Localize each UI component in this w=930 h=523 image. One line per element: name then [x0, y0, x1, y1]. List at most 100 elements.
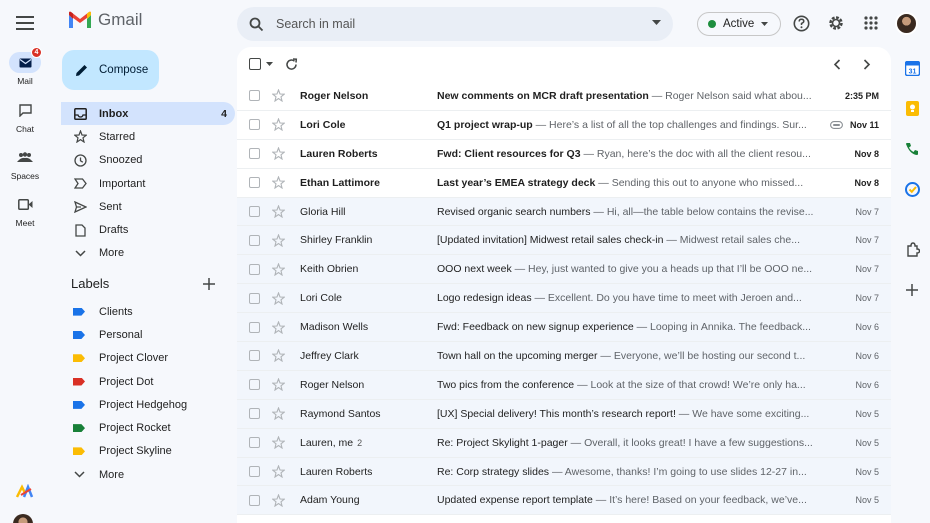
row-checkbox[interactable]: [249, 148, 260, 160]
calendar-icon[interactable]: 31: [904, 60, 920, 76]
nav-item-more[interactable]: More: [61, 242, 235, 265]
star-toggle-icon[interactable]: [272, 291, 285, 305]
refresh-icon[interactable]: [285, 58, 298, 71]
rail-item-meet[interactable]: Meet: [0, 194, 50, 228]
label-item-clients[interactable]: Clients: [61, 300, 235, 323]
nav-item-important[interactable]: Important: [61, 172, 235, 195]
email-row[interactable]: Shirley Franklin [Updated invitation] Mid…: [237, 226, 891, 256]
search-input[interactable]: [276, 17, 636, 31]
label-item-project-dot[interactable]: Project Dot: [61, 370, 235, 393]
row-checkbox[interactable]: [249, 379, 260, 391]
row-checkbox[interactable]: [249, 177, 260, 189]
rail-item-chat[interactable]: Chat: [0, 100, 50, 134]
email-row[interactable]: Madison Wells Fwd: Feedback on new signup…: [237, 313, 891, 343]
nav-item-snoozed[interactable]: Snoozed: [61, 149, 235, 172]
next-page-icon[interactable]: [863, 59, 871, 70]
rail-item-mail[interactable]: 4 Mail: [0, 47, 50, 86]
email-row[interactable]: Adam Young Updated expense report templat…: [237, 486, 891, 516]
star-toggle-icon[interactable]: [272, 262, 285, 276]
row-checkbox[interactable]: [249, 321, 260, 333]
nav-item-drafts[interactable]: Drafts: [61, 218, 235, 241]
settings-icon[interactable]: [826, 13, 846, 33]
email-row[interactable]: Jeffrey Clark Town hall on the upcoming m…: [237, 342, 891, 371]
label-item-project-skyline[interactable]: Project Skyline: [61, 440, 235, 463]
nav-item-starred[interactable]: Starred: [61, 125, 235, 148]
email-row[interactable]: Lauren, me 2 Re: Project Skylight 1-pager …: [237, 428, 891, 458]
prev-page-icon[interactable]: [833, 59, 841, 70]
email-row[interactable]: Lori Cole Q1 project wrap-up — Here’s a l…: [237, 111, 891, 140]
email-sender: Lauren Roberts: [300, 466, 437, 478]
plus-icon[interactable]: [904, 282, 920, 298]
email-row[interactable]: Lauren Roberts Re: Corp strategy slides —…: [237, 457, 891, 487]
row-checkbox[interactable]: [249, 292, 260, 304]
email-row[interactable]: Lauren Roberts Fwd: Client resources for …: [237, 140, 891, 169]
row-checkbox[interactable]: [249, 437, 260, 449]
search-bar[interactable]: [237, 7, 673, 41]
star-toggle-icon[interactable]: [272, 436, 285, 450]
star-toggle-icon[interactable]: [272, 465, 285, 479]
select-all-checkbox[interactable]: [249, 58, 273, 70]
star-toggle-icon[interactable]: [272, 493, 285, 507]
sidebar-extension-icon[interactable]: [15, 484, 35, 500]
help-icon[interactable]: [791, 13, 811, 33]
addons-icon[interactable]: [904, 241, 920, 257]
search-icon[interactable]: [249, 17, 264, 32]
gmail-logo[interactable]: Gmail: [68, 10, 142, 30]
clock-icon: [73, 154, 87, 167]
star-toggle-icon[interactable]: [272, 378, 285, 392]
email-row[interactable]: Roger Nelson Two pics from the conference…: [237, 370, 891, 400]
tasks-icon[interactable]: [904, 181, 920, 197]
status-selector[interactable]: Active: [697, 12, 781, 36]
email-subject: Q1 project wrap-up: [437, 118, 533, 131]
star-toggle-icon[interactable]: [272, 349, 285, 363]
apps-grid-icon[interactable]: [861, 13, 881, 33]
keep-icon[interactable]: [904, 100, 920, 116]
contacts-icon[interactable]: [904, 141, 920, 157]
row-checkbox[interactable]: [249, 234, 260, 246]
row-checkbox[interactable]: [249, 263, 260, 275]
star-toggle-icon[interactable]: [272, 118, 285, 132]
send-icon: [73, 200, 87, 213]
email-date: Nov 8: [854, 148, 879, 159]
row-checkbox[interactable]: [249, 466, 260, 478]
nav-item-inbox[interactable]: Inbox 4: [61, 102, 235, 126]
email-sender: Adam Young: [300, 494, 437, 506]
rail-item-spaces[interactable]: Spaces: [0, 147, 50, 181]
row-checkbox[interactable]: [249, 408, 260, 420]
email-row[interactable]: Gloria Hill Revised organic search number…: [237, 197, 891, 227]
menu-icon[interactable]: [14, 12, 36, 34]
search-options-icon[interactable]: [652, 20, 661, 26]
email-row[interactable]: Keith Obrien OOO next week — Hey, just wa…: [237, 255, 891, 285]
email-subject: Last year’s EMEA strategy deck: [437, 176, 596, 189]
row-checkbox[interactable]: [249, 494, 260, 506]
account-avatar[interactable]: [895, 12, 918, 35]
email-row[interactable]: Ethan Lattimore Last year’s EMEA strategy…: [237, 169, 891, 198]
label-item-personal[interactable]: Personal: [61, 323, 235, 346]
add-label-icon[interactable]: [203, 277, 215, 290]
star-toggle-icon[interactable]: [272, 320, 285, 334]
star-toggle-icon[interactable]: [272, 147, 285, 161]
star-toggle-icon[interactable]: [272, 176, 285, 190]
email-subject: Re: Project Skylight 1-pager: [437, 436, 568, 449]
row-checkbox[interactable]: [249, 90, 260, 102]
inbox-icon: [73, 107, 87, 120]
compose-button[interactable]: Compose: [62, 50, 159, 90]
row-checkbox[interactable]: [249, 119, 260, 131]
label-item-project-clover[interactable]: Project Clover: [61, 347, 235, 370]
email-row[interactable]: Lori Cole Logo redesign ideas — Excellent…: [237, 284, 891, 314]
nav-item-sent[interactable]: Sent: [61, 195, 235, 218]
row-checkbox[interactable]: [249, 206, 260, 217]
email-row[interactable]: Roger Nelson New comments on MCR draft pr…: [237, 82, 891, 111]
email-snippet: — Sending this out to anyone who missed.…: [595, 176, 804, 189]
label-item-more[interactable]: More: [61, 463, 235, 486]
rail-avatar[interactable]: [13, 514, 33, 523]
star-toggle-icon[interactable]: [272, 205, 285, 218]
star-toggle-icon[interactable]: [272, 233, 285, 247]
row-checkbox[interactable]: [249, 350, 260, 362]
email-sender: Raymond Santos: [300, 408, 437, 420]
star-toggle-icon[interactable]: [272, 89, 285, 103]
email-row[interactable]: Raymond Santos [UX] Special delivery! Thi…: [237, 399, 891, 429]
label-item-project-hedgehog[interactable]: Project Hedgehog: [61, 393, 235, 416]
label-item-project-rocket[interactable]: Project Rocket: [61, 416, 235, 439]
star-toggle-icon[interactable]: [272, 407, 285, 421]
